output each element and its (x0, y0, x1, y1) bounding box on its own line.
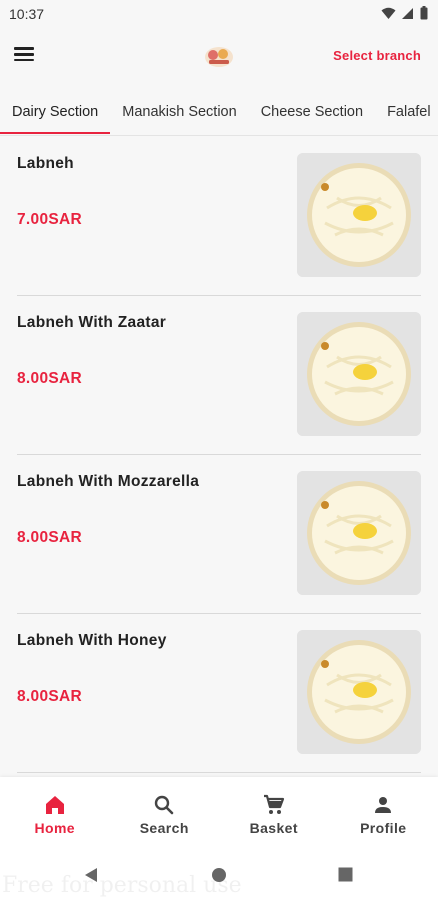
product-list: Labneh 7.00SAR Labneh With Zaatar 8.00SA… (0, 137, 438, 773)
nav-search[interactable]: Search (110, 777, 220, 849)
labneh-dish-image (297, 630, 421, 754)
item-image (297, 630, 421, 754)
nav-label: Profile (360, 820, 407, 836)
labneh-dish-image (297, 153, 421, 277)
item-name: Labneh With Mozzarella (17, 473, 200, 490)
item-price: 8.00SAR (17, 529, 82, 546)
item-image (297, 471, 421, 595)
nav-label: Search (139, 820, 189, 836)
item-price: 8.00SAR (17, 370, 82, 387)
item-price: 8.00SAR (17, 688, 82, 705)
select-branch-button[interactable]: Select branch (333, 48, 421, 63)
restaurant-logo-icon (205, 47, 233, 67)
status-time: 10:37 (9, 6, 45, 22)
battery-icon (420, 6, 428, 20)
nav-label: Home (34, 820, 75, 836)
signal-icon (402, 7, 413, 19)
list-item[interactable]: Labneh With Zaatar 8.00SAR (17, 296, 421, 455)
home-icon (45, 796, 64, 814)
app-bar: Select branch (0, 28, 438, 84)
nav-home[interactable]: Home (0, 777, 110, 849)
item-image (297, 153, 421, 277)
item-name: Labneh With Honey (17, 632, 167, 649)
recents-icon[interactable] (338, 867, 353, 882)
item-name: Labneh (17, 155, 74, 172)
menu-icon-bar (14, 47, 34, 50)
tab-cheese-section[interactable]: Cheese Section (249, 92, 375, 134)
back-icon[interactable] (84, 867, 98, 883)
menu-icon-bar (14, 58, 34, 62)
item-name: Labneh With Zaatar (17, 314, 167, 331)
tab-dairy-section[interactable]: Dairy Section (0, 92, 111, 134)
list-item[interactable]: Labneh 7.00SAR (17, 137, 421, 296)
status-icons (381, 6, 428, 20)
nav-profile[interactable]: Profile (329, 777, 438, 849)
tab-manakish-section[interactable]: Manakish Section (110, 92, 248, 134)
home-circle-icon[interactable] (211, 867, 227, 883)
cart-icon (263, 794, 284, 814)
status-bar: 10:37 (0, 0, 438, 28)
system-nav-bar (0, 849, 438, 900)
bottom-nav: Home Search Basket Profile (0, 777, 438, 849)
labneh-dish-image (297, 471, 421, 595)
category-tabs: Dairy Section Manakish Section Cheese Se… (0, 92, 438, 136)
list-item[interactable]: Labneh With Mozzarella 8.00SAR (17, 455, 421, 614)
nav-basket[interactable]: Basket (219, 777, 329, 849)
item-price: 7.00SAR (17, 211, 82, 228)
list-item[interactable]: Labneh With Honey 8.00SAR (17, 614, 421, 773)
wifi-icon (381, 7, 396, 19)
menu-button[interactable] (14, 44, 40, 68)
menu-icon-bar (14, 53, 34, 56)
search-icon (155, 795, 174, 815)
person-icon (375, 797, 392, 813)
labneh-dish-image (297, 312, 421, 436)
item-image (297, 312, 421, 436)
nav-label: Basket (249, 820, 298, 836)
tab-falafel[interactable]: Falafel (375, 92, 438, 134)
